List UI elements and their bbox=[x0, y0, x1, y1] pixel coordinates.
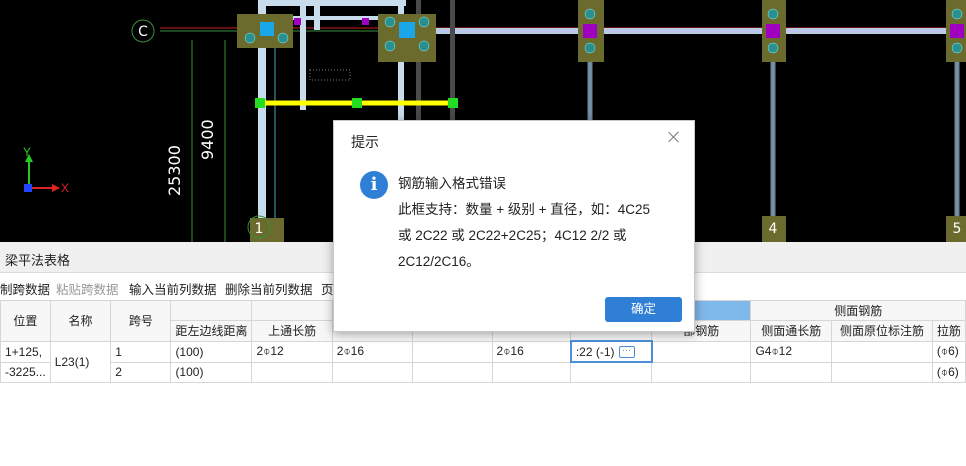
ok-button[interactable]: 确定 bbox=[605, 297, 682, 322]
dialog-message-line2: 或 2C22 或 2C22+2C25；4C12 2/2 或 bbox=[398, 228, 627, 243]
cell-side-long[interactable] bbox=[750, 361, 833, 383]
cell-bottom-partial[interactable] bbox=[650, 340, 752, 363]
axis-label-4: 4 bbox=[769, 221, 778, 237]
cell-span[interactable]: 1 bbox=[110, 340, 172, 363]
cell-col7[interactable] bbox=[411, 340, 493, 363]
paste-span-button[interactable]: 粘贴跨数据 bbox=[56, 279, 119, 298]
header-group-2 bbox=[251, 300, 333, 321]
cell-col7[interactable] bbox=[411, 361, 493, 383]
cell-top-long[interactable]: 2⌽12 bbox=[251, 340, 333, 363]
cell-col6[interactable] bbox=[331, 361, 413, 383]
cell-span[interactable]: 2 bbox=[110, 361, 172, 383]
axis-label-c: C bbox=[138, 24, 148, 40]
header-side-long[interactable]: 侧面通长筋 bbox=[750, 320, 833, 342]
panel-title: 梁平法表格 bbox=[5, 253, 71, 268]
error-dialog: 提示 i 钢筋输入格式错误 此框支持：数量 + 级别 + 直径，如：4C25 或… bbox=[333, 120, 695, 332]
cell-tie[interactable]: (⌽6) bbox=[931, 361, 966, 383]
cell-col8[interactable]: 2⌽16 bbox=[491, 340, 572, 363]
ucs-axis-icon: Y X bbox=[23, 145, 69, 195]
axis-label-1: 1 bbox=[255, 221, 264, 237]
page-button[interactable]: 页 bbox=[321, 279, 334, 298]
table-row[interactable]: -3225... 2 (100) (⌽6) bbox=[0, 361, 966, 383]
delete-column-button[interactable]: 删除当前列数据 bbox=[225, 279, 313, 298]
cell-tie[interactable]: (⌽6) bbox=[931, 340, 966, 363]
cell-name[interactable]: L23(1) bbox=[49, 340, 112, 383]
header-group-1 bbox=[170, 300, 253, 321]
header-span[interactable]: 跨号 bbox=[110, 300, 172, 342]
more-options-icon[interactable]: ··· bbox=[618, 346, 635, 359]
dialog-title: 提示 bbox=[351, 134, 379, 150]
header-side-rebar-group: 侧面钢筋 bbox=[750, 300, 966, 321]
cell-side-long[interactable]: G4⌽12 bbox=[750, 340, 833, 363]
header-position[interactable]: 位置 bbox=[0, 300, 51, 342]
cell-side-orig[interactable] bbox=[831, 340, 933, 363]
dialog-message-line3: 2C12/2C16。 bbox=[398, 254, 480, 269]
cell-edit-text[interactable]: :22 (-1) bbox=[576, 345, 615, 359]
cell-side-orig[interactable] bbox=[831, 361, 933, 383]
cell-top-long[interactable] bbox=[251, 361, 333, 383]
axis-x-label: X bbox=[61, 181, 69, 195]
header-name[interactable]: 名称 bbox=[49, 300, 112, 342]
cell-bottom-partial[interactable] bbox=[650, 361, 752, 383]
cell-position[interactable]: -3225... bbox=[0, 361, 51, 383]
input-column-button[interactable]: 输入当前列数据 bbox=[129, 279, 217, 298]
cell-col9[interactable] bbox=[570, 361, 652, 383]
dialog-heading: 钢筋输入格式错误 bbox=[398, 176, 506, 191]
close-icon[interactable] bbox=[666, 129, 682, 145]
info-icon: i bbox=[360, 171, 388, 199]
dimension-25300: 25300 bbox=[165, 145, 184, 196]
cell-left-distance[interactable]: (100) bbox=[170, 361, 253, 383]
dimension-9400: 9400 bbox=[198, 119, 217, 160]
header-left-distance[interactable]: 距左边线距离 bbox=[170, 320, 253, 342]
header-top-long[interactable]: 上通长筋 bbox=[251, 320, 333, 342]
axis-y-label: Y bbox=[23, 145, 31, 159]
table-row[interactable]: 1+125, L23(1) 1 (100) 2⌽12 2⌽16 2⌽16 :22… bbox=[0, 340, 966, 383]
cell-left-distance[interactable]: (100) bbox=[170, 340, 253, 363]
cell-editing-input[interactable]: :22 (-1) ··· bbox=[569, 340, 653, 363]
cell-col8[interactable] bbox=[491, 361, 572, 383]
copy-span-button[interactable]: 制跨数据 bbox=[0, 279, 50, 298]
axis-label-5: 5 bbox=[953, 221, 962, 237]
cell-position[interactable]: 1+125, bbox=[0, 340, 51, 363]
cell-col6[interactable]: 2⌽16 bbox=[331, 340, 413, 363]
dialog-message-line1: 此框支持：数量 + 级别 + 直径，如：4C25 bbox=[398, 202, 651, 217]
header-side-orig[interactable]: 侧面原位标注筋 bbox=[831, 320, 933, 342]
header-tie[interactable]: 拉筋 bbox=[931, 320, 966, 342]
